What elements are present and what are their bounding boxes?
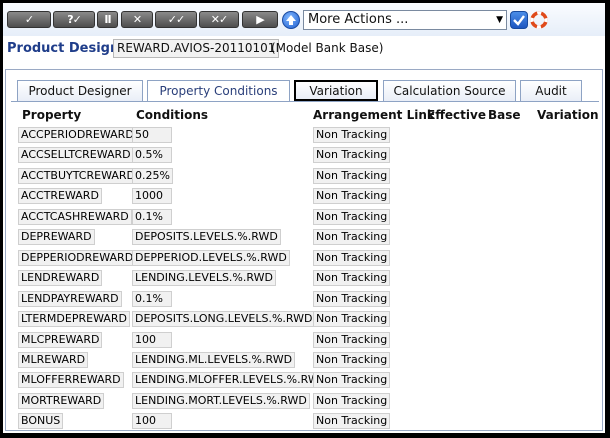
property-cell: MLREWARD	[18, 352, 89, 368]
tab-variation[interactable]: Variation	[294, 80, 378, 101]
validate-button[interactable]: ?✓	[53, 11, 95, 28]
arrangement-cell: Non Tracking	[313, 188, 391, 204]
toolbar: ✓ ?✓ II ✕ ✓✓ ✕✓ ▶ More Actions ... ▼	[3, 3, 605, 36]
reverse-button[interactable]: ✕✓	[199, 11, 239, 28]
help-ring-icon[interactable]	[530, 11, 548, 29]
arrangement-cell: Non Tracking	[313, 229, 391, 245]
condition-cell: 0.25%	[132, 168, 173, 184]
arrangement-cell: Non Tracking	[313, 147, 391, 163]
property-cell: DEPREWARD	[18, 229, 95, 245]
condition-cell: DEPOSITS.LEVELS.%.RWD	[132, 229, 281, 245]
upload-icon[interactable]	[282, 11, 300, 29]
condition-cell: LENDING.ML.LEVELS.%.RWD	[132, 352, 296, 368]
property-cell: ACCSELLTCREWARD	[18, 147, 134, 163]
property-cell: ACCPERIODREWARD	[18, 127, 137, 143]
arrangement-cell: Non Tracking	[313, 413, 391, 429]
condition-cell: 0.5%	[132, 147, 172, 163]
column-header-conditions: Conditions	[136, 108, 209, 122]
tab-calculation-source[interactable]: Calculation Source	[383, 80, 516, 101]
condition-cell: 50	[132, 127, 172, 143]
property-cell: BONUS	[18, 413, 64, 429]
condition-cell: 1000	[132, 188, 172, 204]
column-header-property: Property	[22, 108, 82, 122]
arrangement-cell: Non Tracking	[313, 127, 391, 143]
condition-cell: LENDING.LEVELS.%.RWD	[132, 270, 276, 286]
tab-divider	[11, 101, 599, 102]
condition-cell: DEPPERIOD.LEVELS.%.RWD	[132, 250, 290, 266]
condition-cell: 100	[132, 413, 172, 429]
property-cell: DEPPERIODREWARD	[18, 250, 137, 266]
property-conditions-panel: Product Designer Property Conditions Var…	[5, 69, 603, 431]
property-cell: MORTREWARD	[18, 393, 105, 409]
tab-product-designer[interactable]: Product Designer	[17, 80, 143, 101]
arrangement-cell: Non Tracking	[313, 250, 391, 266]
record-header: Product Designer REWARD.AVIOS-20110101 (…	[3, 36, 605, 62]
product-designer-window: ✓ ?✓ II ✕ ✓✓ ✕✓ ▶ More Actions ... ▼ Pro…	[3, 3, 605, 433]
tab-audit[interactable]: Audit	[520, 80, 582, 101]
hold-button[interactable]: II	[97, 11, 118, 28]
condition-cell: 0.1%	[132, 291, 172, 307]
property-cell: LTERMDEPREWARD	[18, 311, 130, 327]
property-cell: ACCTREWARD	[18, 188, 102, 204]
record-description: (Model Bank Base)	[271, 41, 384, 55]
arrangement-cell: Non Tracking	[313, 168, 391, 184]
arrangement-cell: Non Tracking	[313, 372, 391, 388]
condition-cell: 0.1%	[132, 209, 172, 225]
check-icon[interactable]	[510, 11, 528, 29]
record-id-field: REWARD.AVIOS-20110101	[113, 39, 280, 58]
condition-cell: DEPOSITS.LONG.LEVELS.%.RWD	[132, 311, 316, 327]
arrangement-cell: Non Tracking	[313, 209, 391, 225]
property-cell: ACCTBUYTCREWARD	[18, 168, 138, 184]
property-cell: LENDPAYREWARD	[18, 291, 122, 307]
column-header-base: Base	[488, 108, 521, 122]
column-header-arrangement-link: Arrangement Link	[313, 108, 435, 122]
property-cell: MLOFFERREWARD	[18, 372, 124, 388]
arrangement-cell: Non Tracking	[313, 291, 391, 307]
arrangement-cell: Non Tracking	[313, 311, 391, 327]
condition-cell: LENDING.MLOFFER.LEVELS.%.RWD	[132, 372, 331, 388]
property-cell: ACCTCASHREWARD	[18, 209, 132, 225]
arrangement-cell: Non Tracking	[313, 332, 391, 348]
more-actions-dropdown[interactable]: More Actions ... ▼	[303, 10, 507, 30]
column-header-variation: Variation	[537, 108, 599, 122]
property-cell: MLCPREWARD	[18, 332, 103, 348]
arrangement-cell: Non Tracking	[313, 393, 391, 409]
chevron-down-icon: ▼	[496, 15, 503, 25]
condition-cell: 100	[132, 332, 172, 348]
commit-button[interactable]: ✓	[7, 11, 51, 28]
next-button[interactable]: ▶	[242, 11, 278, 28]
more-actions-label: More Actions ...	[308, 12, 409, 27]
arrangement-cell: Non Tracking	[313, 352, 391, 368]
authorise-button[interactable]: ✓✓	[155, 11, 197, 28]
delete-button[interactable]: ✕	[121, 11, 153, 28]
column-header-effective: Effective	[427, 108, 486, 122]
condition-cell: LENDING.MORT.LEVELS.%.RWD	[132, 393, 310, 409]
property-cell: LENDREWARD	[18, 270, 103, 286]
arrangement-cell: Non Tracking	[313, 270, 391, 286]
tab-property-conditions[interactable]: Property Conditions	[147, 80, 290, 102]
